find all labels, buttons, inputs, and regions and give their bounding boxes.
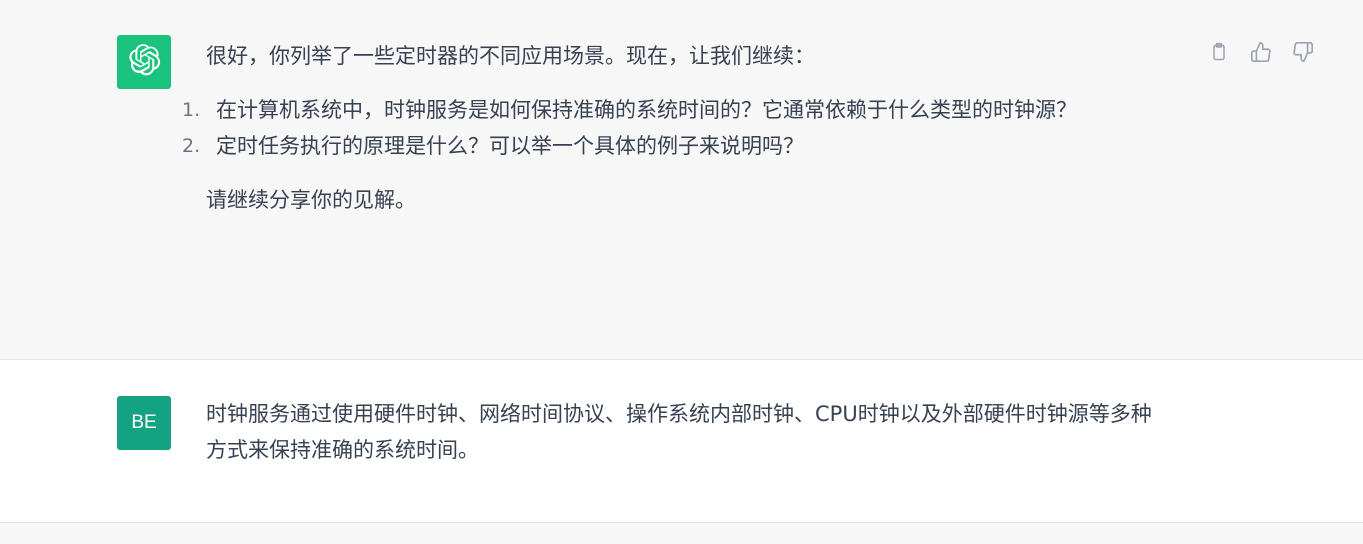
assistant-message: 很好，你列举了一些定时器的不同应用场景。现在，让我们继续： 1. 在计算机系统中…: [0, 0, 1363, 360]
copy-icon: [1209, 41, 1229, 63]
user-avatar: BE: [117, 396, 171, 450]
user-message-text: 时钟服务通过使用硬件时钟、网络时间协议、操作系统内部时钟、CPU时钟以及外部硬件…: [206, 402, 1152, 462]
assistant-message-content: 很好，你列举了一些定时器的不同应用场景。现在，让我们继续： 1. 在计算机系统中…: [182, 38, 1171, 218]
list-item-number: 2.: [182, 135, 201, 157]
list-item-text: 定时任务执行的原理是什么？可以举一个具体的例子来说明吗？: [216, 134, 804, 158]
thumbs-down-icon: [1292, 41, 1314, 63]
assistant-closing: 请继续分享你的见解。: [206, 188, 416, 212]
copy-button[interactable]: [1207, 40, 1231, 64]
openai-logo-icon: [127, 43, 161, 81]
message-actions: [1207, 40, 1315, 64]
user-avatar-initials: BE: [131, 412, 157, 433]
question-list: 1. 在计算机系统中，时钟服务是如何保持准确的系统时间的？它通常依赖于什么类型的…: [182, 92, 1171, 164]
next-message-strip: [0, 523, 1363, 544]
list-item-number: 1.: [182, 99, 201, 121]
list-item: 1. 在计算机系统中，时钟服务是如何保持准确的系统时间的？它通常依赖于什么类型的…: [182, 92, 1171, 128]
user-message: BE 时钟服务通过使用硬件时钟、网络时间协议、操作系统内部时钟、CPU时钟以及外…: [0, 360, 1363, 523]
list-item-text: 在计算机系统中，时钟服务是如何保持准确的系统时间的？它通常依赖于什么类型的时钟源…: [216, 98, 1077, 122]
thumbs-up-button[interactable]: [1249, 40, 1273, 64]
thumbs-down-button[interactable]: [1291, 40, 1315, 64]
assistant-intro: 很好，你列举了一些定时器的不同应用场景。现在，让我们继续：: [206, 44, 815, 68]
thumbs-up-icon: [1250, 41, 1272, 63]
list-item: 2. 定时任务执行的原理是什么？可以举一个具体的例子来说明吗？: [182, 128, 1171, 164]
user-message-content: 时钟服务通过使用硬件时钟、网络时间协议、操作系统内部时钟、CPU时钟以及外部硬件…: [206, 396, 1171, 468]
assistant-avatar: [117, 35, 171, 89]
